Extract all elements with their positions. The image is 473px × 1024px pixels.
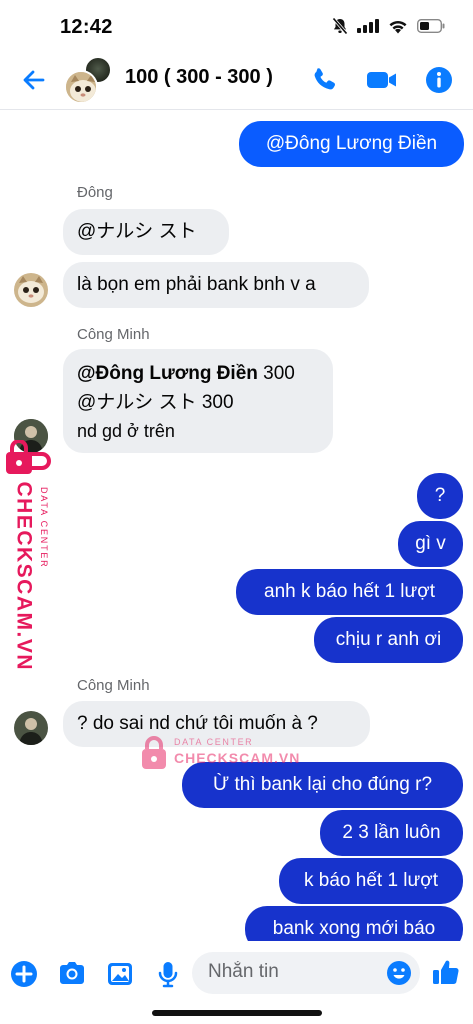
camera-button[interactable] bbox=[56, 958, 88, 990]
video-camera-icon bbox=[367, 72, 396, 88]
photo-gallery-icon bbox=[108, 963, 132, 985]
avatar bbox=[14, 711, 48, 745]
avatar bbox=[64, 70, 98, 104]
back-arrow-icon bbox=[23, 70, 45, 90]
message-bubble-received[interactable]: @Đông Lương Điền 300 @ナルシ スト 300 nd gd ở… bbox=[63, 349, 333, 453]
message-bubble-received[interactable]: @ナルシ スト bbox=[63, 209, 229, 255]
message-list[interactable]: @Đông Lương Điền Đông @ナルシ スト là bọn em … bbox=[0, 111, 473, 941]
conversation-header: 100 ( 300 - 300 ) bbox=[0, 52, 473, 110]
sender-name: Công Minh bbox=[77, 677, 150, 694]
sender-name: Công Minh bbox=[77, 326, 150, 343]
video-call-button[interactable] bbox=[365, 64, 399, 96]
voice-message-button[interactable] bbox=[152, 958, 184, 990]
plus-circle-icon bbox=[11, 961, 37, 987]
message-bubble-sent[interactable]: ? bbox=[417, 473, 463, 519]
conversation-title[interactable]: 100 ( 300 - 300 ) bbox=[125, 66, 300, 89]
microphone-icon bbox=[158, 962, 178, 988]
wifi-icon bbox=[389, 20, 407, 33]
watermark-brand: CHECKSCAM.VN bbox=[174, 750, 301, 766]
lock-icon bbox=[142, 736, 166, 769]
phone-icon bbox=[314, 68, 336, 90]
status-time: 12:42 bbox=[60, 16, 113, 38]
gallery-button[interactable] bbox=[104, 958, 136, 990]
sender-name: Đông bbox=[77, 184, 113, 201]
message-bubble-sent[interactable]: 2 3 lần luôn bbox=[320, 810, 463, 856]
watermark-tagline: DATA CENTER bbox=[174, 737, 254, 747]
more-actions-button[interactable] bbox=[8, 958, 40, 990]
smiley-icon bbox=[387, 961, 411, 985]
back-button[interactable] bbox=[18, 64, 50, 96]
message-line: @Đông Lương Điền 300 bbox=[77, 363, 295, 384]
camera-icon bbox=[60, 962, 84, 984]
group-avatar[interactable] bbox=[64, 56, 112, 104]
emoji-button[interactable] bbox=[384, 958, 414, 988]
conversation-info-button[interactable] bbox=[423, 64, 455, 96]
message-bubble-sent[interactable]: bank xong mới báo bbox=[245, 906, 463, 941]
home-indicator[interactable] bbox=[152, 1010, 322, 1016]
signal-icon bbox=[357, 19, 379, 33]
sender-avatar[interactable] bbox=[14, 711, 48, 745]
message-line: nd gd ở trên bbox=[77, 421, 175, 441]
watermark-logo-center: DATA CENTER CHECKSCAM.VN bbox=[140, 735, 310, 775]
watermark-tagline: DATA CENTER bbox=[39, 487, 49, 569]
sender-avatar[interactable] bbox=[14, 273, 48, 307]
message-bubble-sent[interactable]: anh k báo hết 1 lượt bbox=[236, 569, 463, 615]
watermark-logo: CHECKSCAM.VN DATA CENTER bbox=[2, 439, 62, 671]
message-bubble-sent[interactable]: gì v bbox=[398, 521, 463, 567]
mention[interactable]: @Đông Lương Điền bbox=[77, 363, 258, 384]
battery-icon bbox=[417, 19, 445, 33]
message-bubble-sent[interactable]: k báo hết 1 lượt bbox=[279, 858, 463, 904]
info-icon bbox=[426, 67, 452, 93]
message-bubble-received[interactable]: là bọn em phải bank bnh v a bbox=[63, 262, 369, 308]
message-bubble-sent[interactable]: @Đông Lương Điền bbox=[239, 121, 464, 167]
mute-bell-icon bbox=[332, 17, 348, 35]
message-input[interactable] bbox=[208, 961, 378, 983]
thumbs-up-icon bbox=[433, 960, 459, 984]
message-input-box[interactable] bbox=[192, 952, 420, 994]
watermark-brand: CHECKSCAM.VN bbox=[12, 481, 36, 672]
status-bar: 12:42 bbox=[0, 0, 473, 52]
status-icons bbox=[332, 17, 445, 35]
message-line: @ナルシ スト 300 bbox=[77, 392, 234, 413]
like-button[interactable] bbox=[430, 956, 462, 988]
voice-call-button[interactable] bbox=[308, 64, 340, 96]
message-bubble-sent[interactable]: chịu r anh ơi bbox=[314, 617, 463, 663]
avatar bbox=[14, 273, 48, 307]
